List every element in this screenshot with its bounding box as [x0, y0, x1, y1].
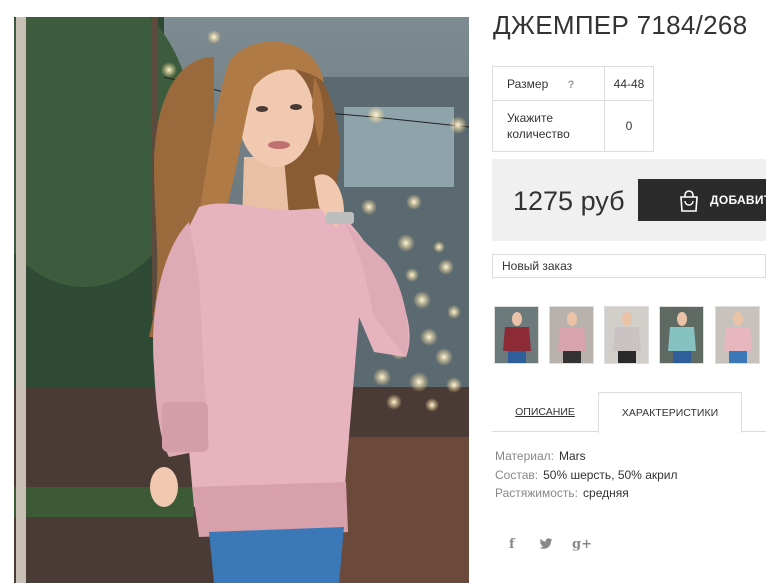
thumb-image	[550, 307, 593, 363]
twitter-icon[interactable]	[539, 538, 553, 554]
specs-list: Материал: Mars Состав: 50% шерсть, 50% акр…	[495, 447, 678, 503]
price-box: 1275 руб ДОБАВИТЬ	[492, 159, 766, 241]
size-label: Размер	[507, 76, 549, 91]
tab-characteristics[interactable]: ХАРАКТЕРИСТИКИ	[598, 392, 742, 433]
spec-value: средняя	[583, 486, 629, 500]
spec-row-composition: Состав: 50% шерсть, 50% акрил	[495, 466, 678, 485]
size-value[interactable]: 44-48	[604, 66, 654, 101]
spec-key: Материал:	[495, 449, 554, 463]
spec-key: Растяжимость:	[495, 486, 579, 500]
product-tabs: ОПИСАНИЕ ХАРАКТЕРИСТИКИ	[492, 392, 766, 433]
qty-label-line1: Укажите	[507, 111, 554, 125]
tab-description[interactable]: ОПИСАНИЕ	[492, 392, 598, 432]
thumbnail-5[interactable]	[715, 306, 760, 364]
spec-row-stretch: Растяжимость: средняя	[495, 484, 678, 503]
thumb-image	[716, 307, 759, 363]
spec-row-material: Материал: Mars	[495, 447, 678, 466]
thumbnail-1[interactable]	[494, 306, 539, 364]
tabs-divider	[742, 431, 766, 432]
thumb-image	[605, 307, 648, 363]
add-to-cart-button[interactable]: ДОБАВИТЬ	[638, 179, 766, 221]
thumbnail-2[interactable]	[549, 306, 594, 364]
thumbnail-4[interactable]	[659, 306, 704, 364]
qty-label: Укажите количество	[492, 100, 605, 152]
product-title: ДЖЕМПЕР 7184/268	[493, 10, 748, 40]
product-main-photo[interactable]	[14, 17, 469, 583]
order-select[interactable]: Новый заказ	[492, 254, 766, 278]
add-to-cart-label: ДОБАВИТЬ	[710, 193, 766, 207]
qty-label-line2: количество	[507, 127, 570, 141]
thumb-image	[660, 307, 703, 363]
product-params-table: Размер ? 44-48 Укажите количество 0	[492, 66, 654, 152]
spec-key: Состав:	[495, 467, 539, 482]
thumbnail-3[interactable]	[604, 306, 649, 364]
facebook-icon[interactable]: f	[509, 537, 515, 552]
shopping-bag-icon	[677, 188, 701, 221]
size-label-cell: Размер ?	[492, 66, 605, 101]
thumb-image	[495, 307, 538, 363]
googleplus-icon[interactable]: g+	[572, 537, 592, 552]
spec-value: 50% шерсть, 50% акрил	[543, 467, 678, 482]
price: 1275 руб	[513, 186, 625, 216]
qty-input[interactable]: 0	[604, 100, 654, 152]
size-help-icon[interactable]: ?	[568, 79, 575, 91]
spec-value: Mars	[558, 449, 586, 463]
model-photo-illustration	[14, 17, 469, 583]
